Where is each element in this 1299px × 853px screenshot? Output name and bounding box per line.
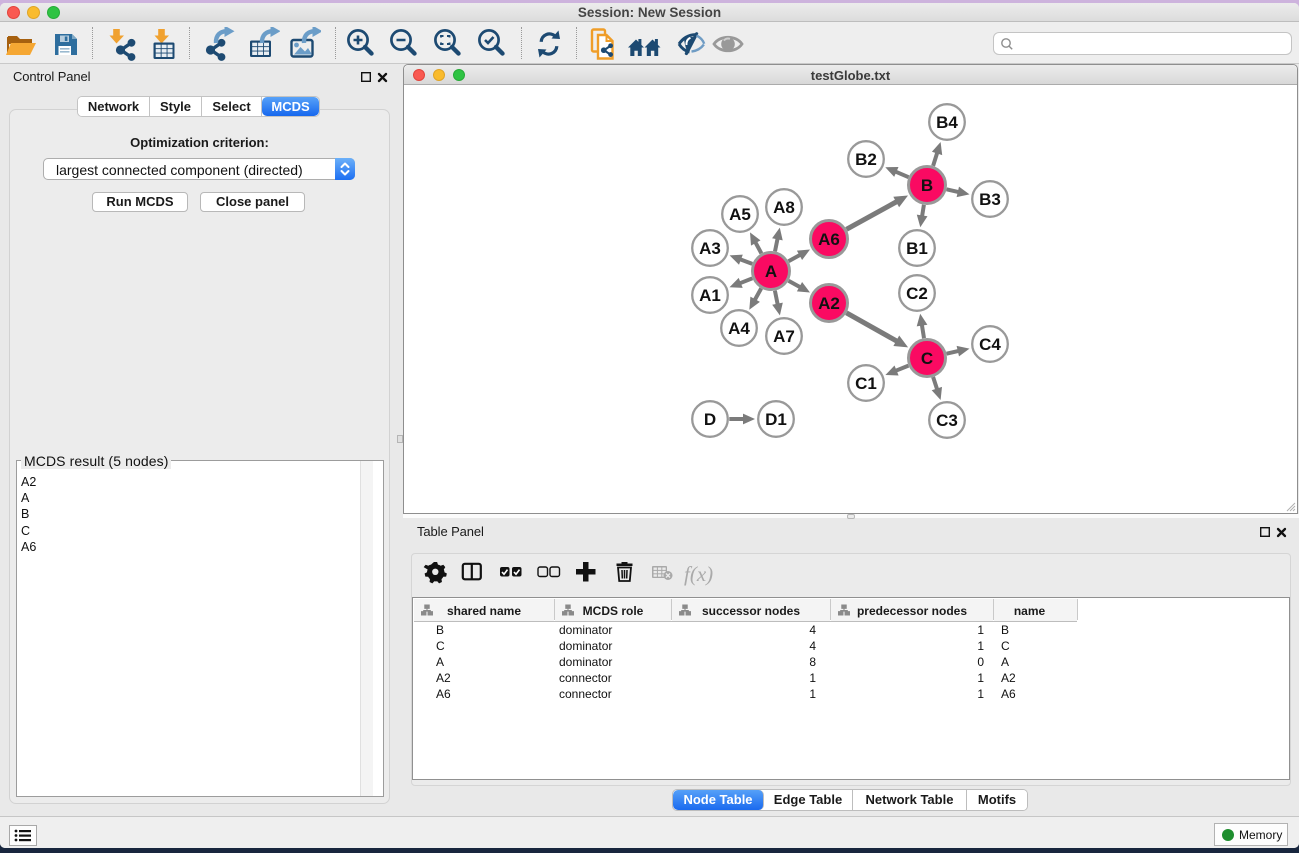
svg-text:B2: B2 — [855, 150, 877, 169]
svg-text:A8: A8 — [773, 198, 795, 217]
svg-text:A3: A3 — [699, 239, 721, 258]
svg-text:C2: C2 — [906, 284, 928, 303]
svg-text:A2: A2 — [818, 294, 840, 313]
svg-text:A4: A4 — [728, 319, 750, 338]
svg-text:A6: A6 — [818, 230, 840, 249]
svg-text:D1: D1 — [765, 410, 787, 429]
svg-text:A7: A7 — [773, 327, 795, 346]
svg-text:B3: B3 — [979, 190, 1001, 209]
svg-text:D: D — [704, 410, 716, 429]
svg-text:A: A — [765, 262, 777, 281]
svg-text:A5: A5 — [729, 205, 751, 224]
svg-text:B4: B4 — [936, 113, 958, 132]
svg-text:A1: A1 — [699, 286, 721, 305]
svg-text:B1: B1 — [906, 239, 928, 258]
svg-text:C: C — [921, 349, 933, 368]
svg-text:C1: C1 — [855, 374, 877, 393]
svg-text:C3: C3 — [936, 411, 958, 430]
svg-text:B: B — [921, 176, 933, 195]
svg-text:C4: C4 — [979, 335, 1001, 354]
